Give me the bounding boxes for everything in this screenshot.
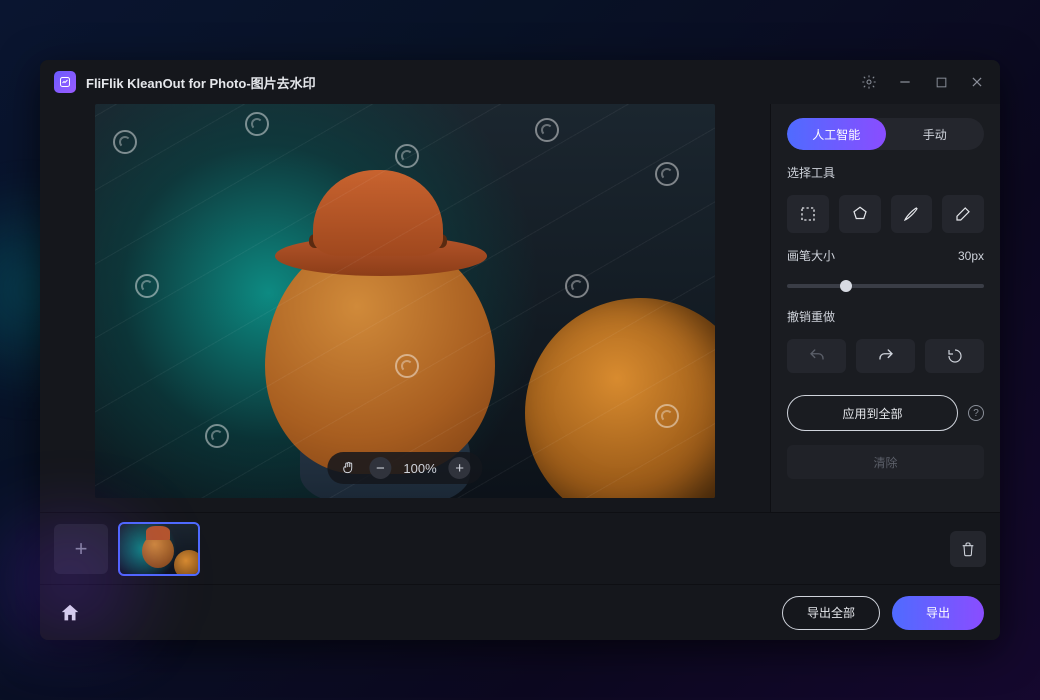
- watermark-icon: [565, 274, 589, 298]
- trash-icon[interactable]: [950, 531, 986, 567]
- brush-size-slider[interactable]: [787, 284, 984, 288]
- export-button[interactable]: 导出: [892, 596, 984, 630]
- thumbnail-content: [174, 550, 198, 574]
- window-controls: [860, 73, 986, 91]
- tool-row: [787, 195, 984, 233]
- undo-row: [787, 339, 984, 373]
- watermark-icon: [395, 144, 419, 168]
- undo-label: 撤销重做: [787, 308, 984, 325]
- lasso-icon[interactable]: [839, 195, 881, 233]
- side-panel: 人工智能 手动 选择工具 画笔大小 30px: [770, 104, 1000, 512]
- canvas-image[interactable]: − 100% +: [95, 104, 715, 498]
- app-title: FliFlik KleanOut for Photo-图片去水印: [86, 73, 316, 92]
- watermark-icon: [655, 162, 679, 186]
- clear-button[interactable]: 清除: [787, 445, 984, 479]
- zoom-level: 100%: [403, 461, 436, 476]
- watermark-icon: [535, 118, 559, 142]
- reset-icon[interactable]: [925, 339, 984, 373]
- brush-size-value: 30px: [958, 249, 984, 263]
- maximize-icon[interactable]: [932, 73, 950, 91]
- footer-bar: 导出全部 导出: [40, 584, 1000, 640]
- brush-size-label: 画笔大小: [787, 247, 835, 264]
- zoom-out-icon[interactable]: −: [369, 457, 391, 479]
- thumbnail-content: [146, 526, 170, 540]
- tab-ai[interactable]: 人工智能: [787, 118, 886, 150]
- zoom-bar: − 100% +: [327, 452, 482, 484]
- marquee-icon[interactable]: [787, 195, 829, 233]
- app-window: FliFlik KleanOut for Photo-图片去水印: [40, 60, 1000, 640]
- export-label: 导出: [926, 604, 950, 621]
- slider-thumb[interactable]: [840, 280, 852, 292]
- image-content: [313, 170, 443, 256]
- apply-all-label: 应用到全部: [842, 405, 902, 422]
- apply-row: 应用到全部 ?: [787, 395, 984, 431]
- minimize-icon[interactable]: [896, 73, 914, 91]
- clear-label: 清除: [873, 454, 897, 471]
- canvas-column: − 100% +: [40, 104, 770, 512]
- mode-tabs: 人工智能 手动: [787, 118, 984, 150]
- export-all-label: 导出全部: [807, 604, 855, 621]
- gear-icon[interactable]: [860, 73, 878, 91]
- zoom-in-icon[interactable]: +: [449, 457, 471, 479]
- brush-size-row: 画笔大小 30px: [787, 247, 984, 264]
- hand-icon[interactable]: [339, 459, 357, 477]
- workspace: − 100% + 人工智能 手动 选择工具: [40, 104, 1000, 512]
- tab-manual[interactable]: 手动: [886, 118, 985, 150]
- thumbnail-strip: +: [40, 512, 1000, 584]
- home-icon[interactable]: [56, 599, 84, 627]
- image-content: [525, 298, 715, 498]
- eraser-icon[interactable]: [942, 195, 984, 233]
- title-bar: FliFlik KleanOut for Photo-图片去水印: [40, 60, 1000, 104]
- add-image-button[interactable]: +: [54, 524, 108, 574]
- watermark-icon: [245, 112, 269, 136]
- brush-icon[interactable]: [891, 195, 933, 233]
- redo-icon[interactable]: [856, 339, 915, 373]
- app-logo-icon: [54, 71, 76, 93]
- undo-icon[interactable]: [787, 339, 846, 373]
- thumbnail-content: [142, 534, 174, 568]
- watermark-icon: [113, 130, 137, 154]
- watermark-icon: [205, 424, 229, 448]
- canvas-area: − 100% +: [40, 104, 770, 512]
- info-icon[interactable]: ?: [968, 405, 984, 421]
- apply-all-button[interactable]: 应用到全部: [787, 395, 958, 431]
- close-icon[interactable]: [968, 73, 986, 91]
- export-all-button[interactable]: 导出全部: [782, 596, 880, 630]
- thumbnail-selected[interactable]: [120, 524, 198, 574]
- watermark-icon: [135, 274, 159, 298]
- tools-label: 选择工具: [787, 164, 984, 181]
